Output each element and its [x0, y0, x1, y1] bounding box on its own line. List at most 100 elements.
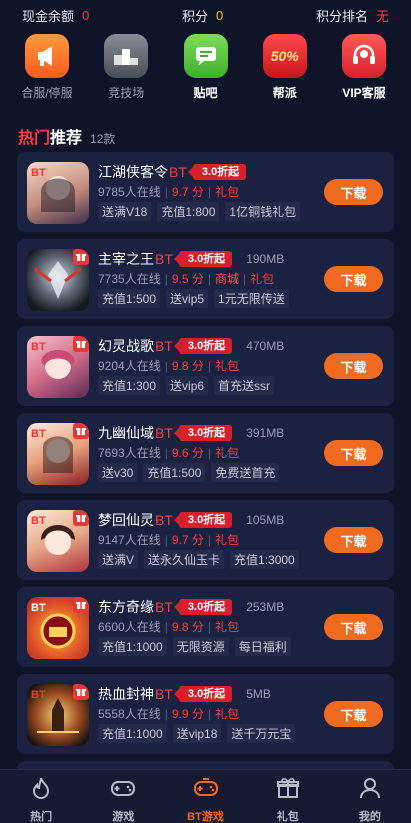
discount-badge: 3.0折起 [173, 338, 233, 354]
gift-icon [275, 775, 301, 806]
download-button[interactable]: 下载 [324, 353, 383, 379]
cash-balance-value: 0 [82, 7, 90, 23]
gift-icon [73, 510, 89, 526]
online-count: 7735人在线 [98, 272, 161, 286]
gift-tag: 礼包 [214, 620, 239, 634]
gift-icon [73, 336, 89, 352]
download-button[interactable]: 下载 [324, 701, 383, 727]
online-count: 7693人在线 [98, 446, 161, 460]
perk-chip: 送永久仙玉卡 [144, 550, 225, 569]
gift-tag: 礼包 [214, 185, 239, 199]
game-info: 江湖侠客令 BT 3.0折起 9785人在线 | 9.7 分 | 礼包 送满V18 … [98, 162, 318, 221]
gift-tag: 礼包 [214, 533, 239, 547]
game-info: 热血封神 BT 3.0折起 5MB 5558人在线 | 9.9 分 | 礼包 充值1… [98, 684, 318, 743]
nav-me[interactable]: 我的 [329, 770, 411, 823]
game-card[interactable]: BT 九幽仙域 BT 3.0折起 391MB 7693人在线 | 9.6 分 | 礼… [17, 413, 394, 493]
online-count: 9204人在线 [98, 359, 161, 373]
points-rank[interactable]: 积分排名 无 [316, 6, 389, 25]
cash-balance[interactable]: 现金余额 0 [22, 6, 89, 25]
nav-bt-games[interactable]: BT游戏 [164, 770, 246, 823]
points-label: 积分 [181, 8, 208, 24]
perk-chip: 充值1:3000 [230, 550, 299, 569]
download-button[interactable]: 下载 [324, 527, 383, 553]
gift-tag: 礼包 [214, 359, 239, 373]
game-size: 391MB [246, 426, 285, 440]
nav-games[interactable]: 游戏 [82, 770, 164, 823]
gift-tag: 礼包 [250, 272, 275, 286]
game-card[interactable]: 主宰之王 BT 3.0折起 190MB 7735人在线 | 9.5 分 | 商城 | … [17, 239, 394, 319]
download-button[interactable]: 下载 [324, 266, 383, 292]
discount-badge: 3.0折起 [173, 512, 233, 528]
perk-chip: 充值1:300 [98, 376, 161, 395]
quick-guild[interactable]: 50% 帮派 [246, 32, 324, 102]
section-title-red: 热门 [18, 130, 51, 147]
nav-hot[interactable]: 热门 [0, 770, 82, 823]
game-card[interactable]: BT 东方奇缘 BT 3.0折起 253MB 6600人在线 | 9.8 分 | 礼… [17, 587, 394, 667]
controller-icon [192, 775, 220, 806]
game-card[interactable]: BT 梦回仙灵 BT 3.0折起 105MB 9147人在线 | 9.7 分 | 礼… [17, 500, 394, 580]
bt-tag: BT [155, 338, 173, 354]
bt-tag: BT [155, 512, 173, 528]
perk-chip: 送千万元宝 [227, 724, 296, 743]
game-thumbnail: BT [27, 162, 89, 224]
game-info: 幻灵战歌 BT 3.0折起 470MB 9204人在线 | 9.8 分 | 礼包 充… [98, 338, 285, 395]
perk-chip: 送v30 [98, 463, 138, 482]
perk-chip: 送vip5 [166, 289, 209, 308]
game-card[interactable]: BT 江湖侠客令 BT 3.0折起 9785人在线 | 9.7 分 | 礼包 送满V… [17, 152, 394, 232]
game-score: 9.5 分 [171, 272, 204, 286]
game-info: 梦回仙灵 BT 3.0折起 105MB 9147人在线 | 9.7 分 | 礼包 送… [98, 510, 318, 569]
game-score: 9.7 分 [171, 533, 204, 547]
bt-tag: BT [169, 164, 187, 180]
svg-text:BT: BT [31, 689, 46, 701]
perk-chip: 1亿铜钱礼包 [225, 202, 301, 221]
megaphone-icon [25, 34, 69, 78]
points-rank-value: 无 [375, 8, 389, 24]
quick-label: 竞技场 [108, 86, 145, 100]
svg-text:BT: BT [31, 167, 46, 179]
game-info: 九幽仙域 BT 3.0折起 391MB 7693人在线 | 9.6 分 | 礼包 送… [98, 425, 285, 482]
nav-label: 我的 [358, 811, 381, 823]
game-name: 九幽仙域 [98, 425, 154, 441]
download-button[interactable]: 下载 [324, 614, 383, 640]
quick-label: VIP客服 [342, 86, 386, 100]
discount-badge-text: 50% [270, 48, 299, 64]
game-score: 9.9 分 [171, 707, 204, 721]
perk-chip: 送vip18 [172, 724, 222, 743]
svg-text:BT: BT [31, 515, 46, 527]
nav-label: 礼包 [276, 811, 299, 823]
quick-merge-servers[interactable]: 合服/停服 [8, 32, 86, 102]
quick-arena[interactable]: 竞技场 [87, 32, 165, 102]
game-size: 5MB [246, 687, 271, 701]
online-count: 6600人在线 [98, 620, 161, 634]
podium-icon [104, 34, 149, 78]
discount-badge-icon: 50% [262, 34, 307, 78]
svg-text:BT: BT [31, 341, 46, 353]
nav-gifts[interactable]: 礼包 [247, 770, 329, 823]
gift-icon [73, 684, 89, 700]
perk-chip: 充值1:800 [157, 202, 220, 221]
points-rank-label: 积分排名 [315, 8, 368, 24]
download-button[interactable]: 下载 [324, 179, 383, 205]
discount-badge: 3.0折起 [173, 599, 233, 615]
points[interactable]: 积分 0 [182, 6, 223, 25]
nav-label: 游戏 [112, 811, 135, 823]
game-score: 9.8 分 [171, 620, 204, 634]
bottom-nav: 热门 游戏 BT游戏 礼包 我的 [0, 769, 411, 823]
perk-chip: 每日福利 [234, 637, 291, 656]
quick-forum[interactable]: 贴吧 [167, 32, 245, 102]
perk-chip: 送满V [98, 550, 139, 569]
perk-chip: 充值1:500 [143, 463, 206, 482]
game-size: 253MB [246, 600, 285, 614]
download-button[interactable]: 下载 [324, 440, 383, 466]
perk-chip: 充值1:1000 [98, 724, 167, 743]
quick-vip-support[interactable]: VIP客服 [325, 32, 403, 102]
flame-icon [28, 775, 54, 806]
game-list: BT 江湖侠客令 BT 3.0折起 9785人在线 | 9.7 分 | 礼包 送满V… [17, 152, 394, 823]
gift-icon [73, 597, 89, 613]
perk-chip: 无限资源 [172, 637, 229, 656]
online-count: 5558人在线 [98, 707, 161, 721]
perk-chip: 免费送首充 [211, 463, 280, 482]
perk-chip: 首充送ssr [214, 376, 275, 395]
game-card[interactable]: BT 热血封神 BT 3.0折起 5MB 5558人在线 | 9.9 分 | 礼包 … [17, 674, 394, 754]
game-card[interactable]: BT 幻灵战歌 BT 3.0折起 470MB 9204人在线 | 9.8 分 | 礼… [17, 326, 394, 406]
